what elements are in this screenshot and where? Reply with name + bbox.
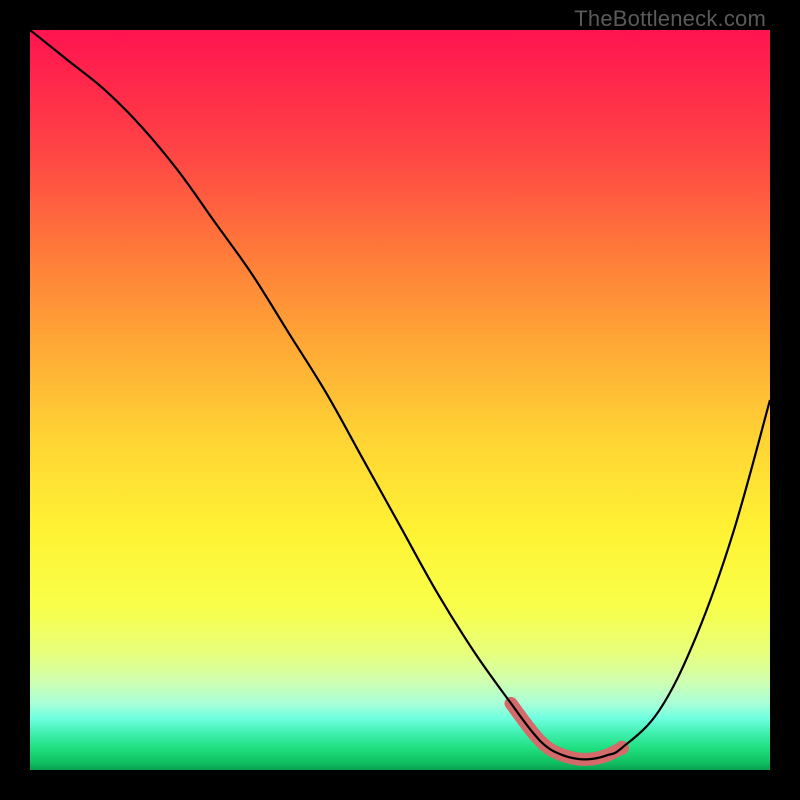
chart-frame: TheBottleneck.com: [0, 0, 800, 800]
plot-area: [30, 30, 770, 770]
watermark-text: TheBottleneck.com: [574, 6, 766, 32]
chart-svg: [30, 30, 770, 770]
highlight-segment: [511, 703, 622, 759]
bottleneck-curve-line: [30, 30, 770, 759]
